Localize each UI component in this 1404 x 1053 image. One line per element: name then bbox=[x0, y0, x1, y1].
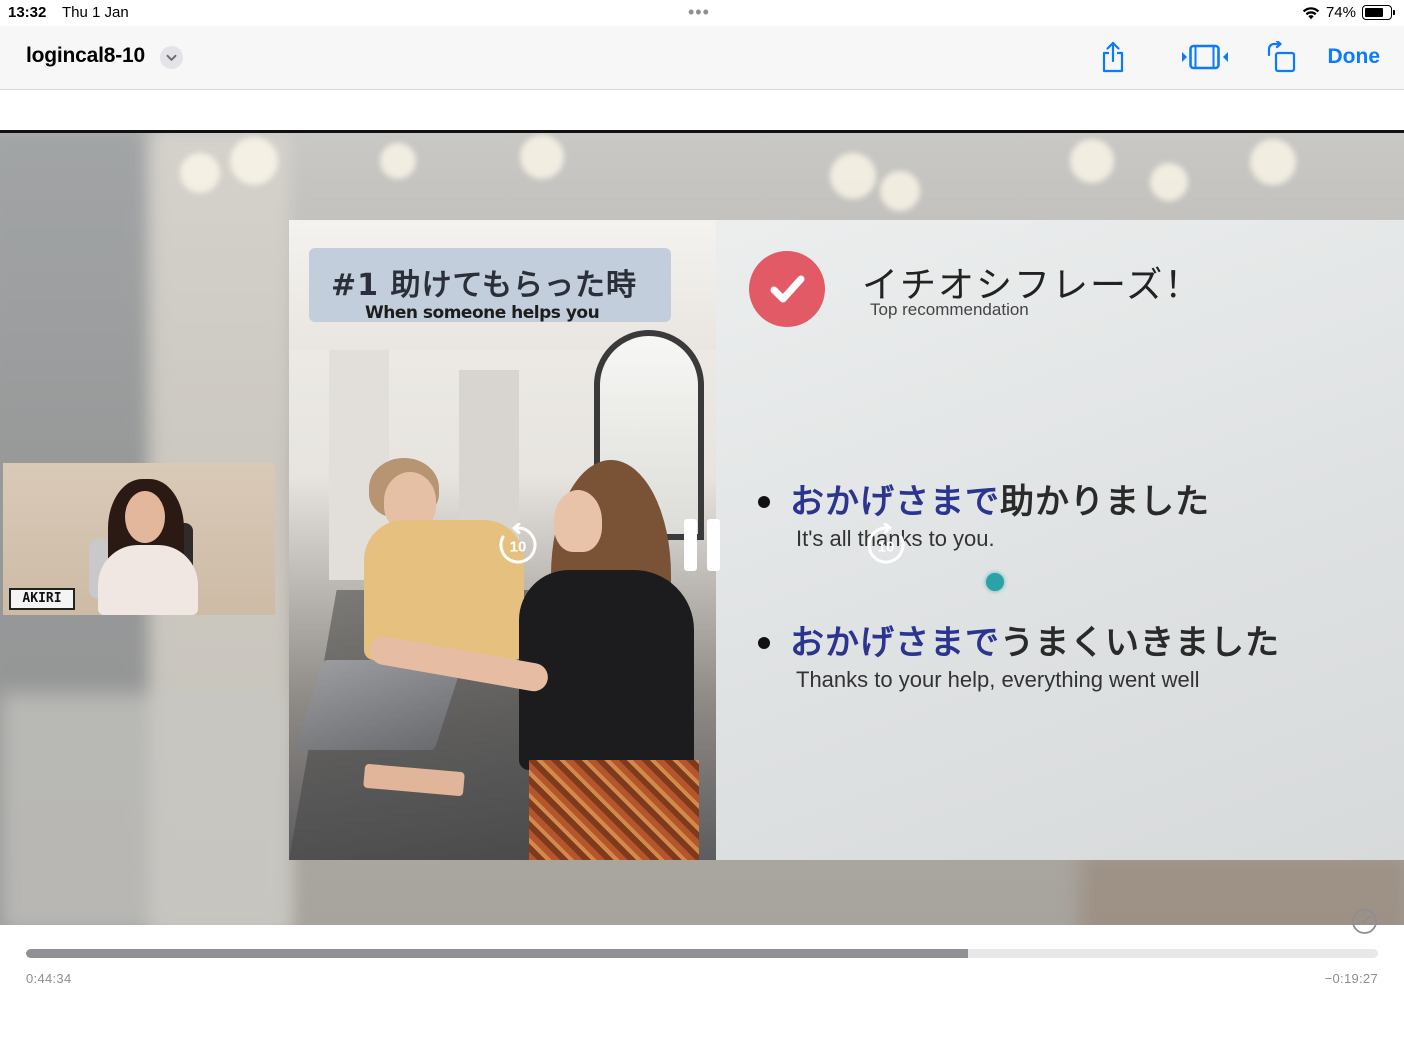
skip-forward-button[interactable]: 10 bbox=[864, 523, 908, 567]
skip-forward-10-icon: 10 bbox=[867, 523, 905, 564]
phrase-highlight: おかげさまで bbox=[790, 623, 1000, 663]
video-player[interactable]: #1 助けてもらった時 When someone helps you イチオシフ… bbox=[0, 130, 1404, 925]
pointer-dot bbox=[986, 573, 1004, 591]
phrase-japanese: おかげさまで助かりました bbox=[790, 474, 1210, 523]
phrase-english: Thanks to your help, everything went wel… bbox=[796, 667, 1200, 692]
skip-forward-label: 10 bbox=[878, 539, 895, 556]
trim-video-button[interactable] bbox=[1180, 38, 1230, 76]
pause-icon bbox=[684, 519, 720, 571]
rotate-button[interactable] bbox=[1264, 38, 1298, 76]
background-bokeh bbox=[1070, 139, 1114, 183]
photo-title: #1 助けてもらった時 bbox=[331, 268, 637, 303]
playback-speed-icon[interactable] bbox=[1351, 908, 1378, 940]
time-remaining: −0:19:27 bbox=[1324, 971, 1378, 986]
background-bokeh bbox=[380, 143, 416, 179]
phrase-japanese: おかげさまでうまくいきました bbox=[790, 615, 1280, 664]
rotate-icon bbox=[1267, 41, 1295, 73]
bullet-icon bbox=[758, 496, 770, 508]
phrase-rest: うまくいきました bbox=[1000, 623, 1280, 663]
background-bokeh bbox=[1250, 139, 1296, 185]
background-bokeh bbox=[180, 153, 220, 193]
background-bokeh bbox=[520, 135, 564, 179]
video-title[interactable]: logincal8-10 bbox=[26, 44, 145, 68]
background-bokeh bbox=[1150, 163, 1188, 201]
status-bar: 13:32 Thu 1 Jan ••• 74% bbox=[0, 0, 1404, 26]
status-time: 13:32 bbox=[8, 4, 47, 21]
battery-level bbox=[1365, 8, 1383, 17]
battery-icon bbox=[1362, 5, 1395, 20]
share-button[interactable] bbox=[1098, 38, 1128, 76]
multitasking-dots-icon[interactable]: ••• bbox=[688, 2, 710, 23]
phrase-highlight: おかげさまで bbox=[790, 482, 1000, 522]
status-date: Thu 1 Jan bbox=[62, 4, 129, 21]
wifi-icon bbox=[1302, 6, 1320, 20]
webcam-name-tag: AKIRI bbox=[9, 588, 75, 610]
photo-door bbox=[459, 370, 519, 540]
done-button[interactable]: Done bbox=[1328, 45, 1381, 69]
nav-bar: logincal8-10 Done bbox=[0, 26, 1404, 90]
skip-back-label: 10 bbox=[510, 539, 527, 556]
skip-back-button[interactable]: 10 bbox=[496, 523, 540, 567]
slide-text-panel: イチオシフレーズ！ Top recommendation おかげさまで助かりまし… bbox=[716, 220, 1404, 860]
phrase-rest: 助かりました bbox=[1000, 482, 1210, 522]
nav-actions: Done bbox=[1098, 38, 1381, 76]
webcam-person-top bbox=[98, 545, 198, 615]
background-bokeh bbox=[230, 137, 278, 185]
skip-back-10-icon: 10 bbox=[499, 523, 537, 564]
bullet-icon bbox=[758, 637, 770, 649]
background-bokeh bbox=[880, 171, 920, 211]
checkmark-badge-icon bbox=[749, 251, 825, 327]
photo-person-face bbox=[554, 490, 602, 552]
webcam-person-face bbox=[125, 491, 165, 543]
recommendation-subtitle: Top recommendation bbox=[870, 300, 1029, 319]
playback-scrubber[interactable] bbox=[26, 949, 1378, 958]
photo-subtitle: When someone helps you bbox=[365, 303, 600, 323]
background-blur bbox=[0, 693, 290, 925]
presentation-slide: #1 助けてもらった時 When someone helps you イチオシフ… bbox=[289, 220, 1404, 860]
trim-video-icon bbox=[1181, 44, 1228, 70]
webcam-overlay: AKIRI bbox=[3, 463, 275, 615]
scrubber-progress bbox=[26, 949, 969, 958]
photo-person-skirt bbox=[529, 760, 699, 860]
pause-button[interactable] bbox=[676, 517, 728, 573]
background-bokeh bbox=[830, 153, 876, 199]
share-icon bbox=[1102, 41, 1123, 73]
time-elapsed: 0:44:34 bbox=[26, 971, 72, 986]
chevron-down-icon[interactable] bbox=[160, 46, 183, 69]
battery-percent: 74% bbox=[1325, 4, 1356, 21]
status-indicators: 74% bbox=[1302, 4, 1395, 21]
